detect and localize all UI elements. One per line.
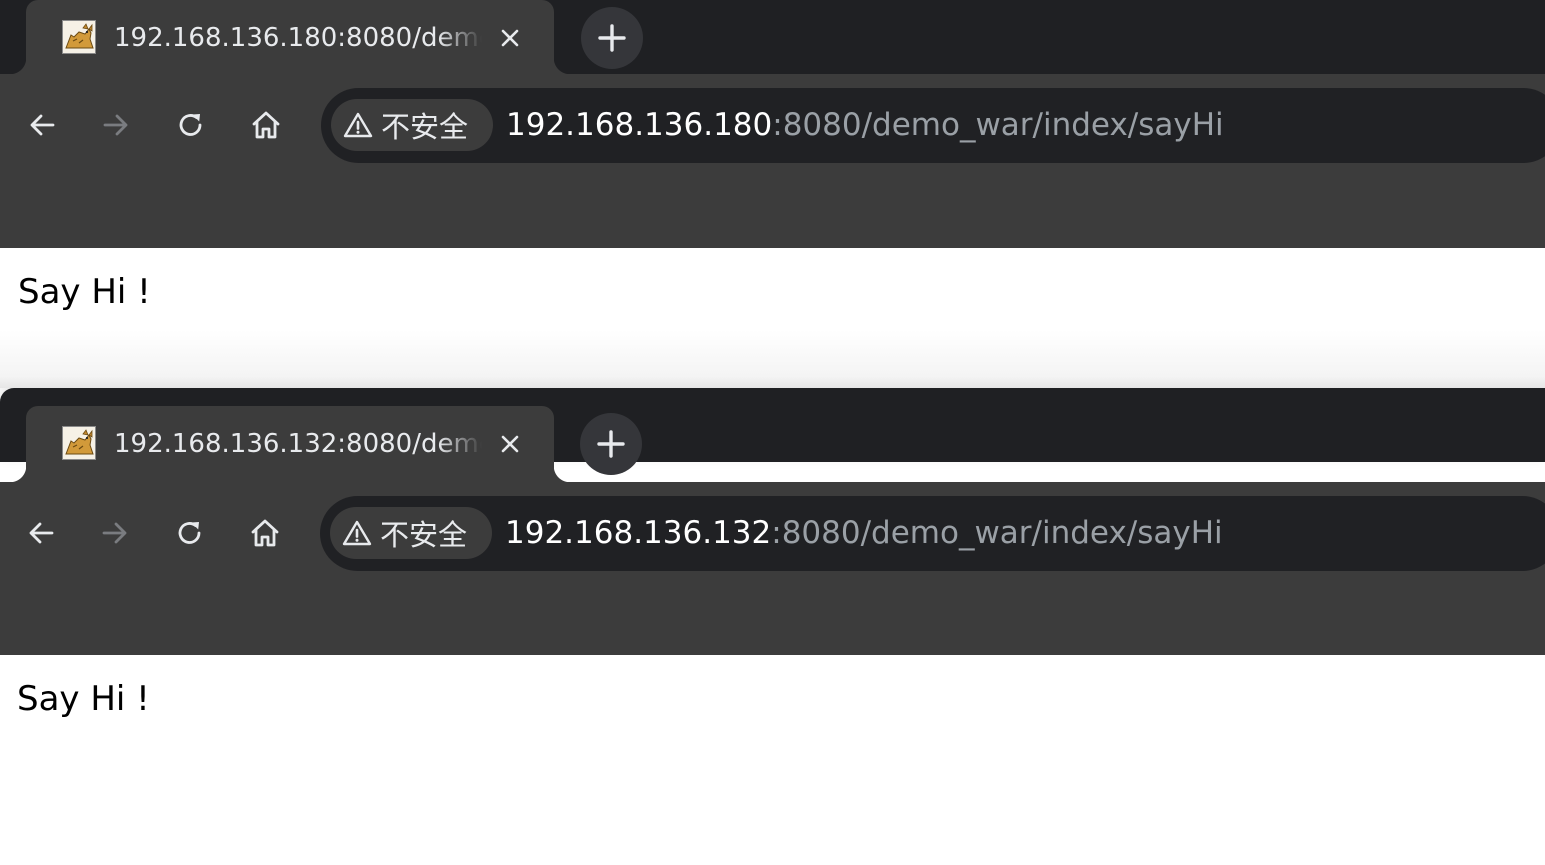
address-bar[interactable]: 不安全 192.168.136.132:8080/demo_war/index/… [320,496,1545,571]
address-bar[interactable]: 不安全 192.168.136.180:8080/demo_war/index/… [321,88,1545,163]
back-arrow-icon [30,114,55,136]
tab-title: 192.168.136.180:8080/demo_war/index/sayH… [114,23,482,53]
page-content: Say Hi ! [0,655,1545,865]
warning-icon [342,520,372,546]
close-tab-button[interactable] [492,20,528,56]
url-host: 192.168.136.132 [505,515,772,551]
close-tab-button[interactable] [492,426,528,462]
browser-window-2: 192.168.136.132:8080/demo_war/index/sayH… [0,388,1545,865]
url-text[interactable]: 192.168.136.132:8080/demo_war/index/sayH… [505,511,1223,555]
reload-button[interactable] [168,102,214,148]
url-path: :8080/demo_war/index/sayHi [771,515,1223,551]
plus-icon [597,430,625,458]
url-text[interactable]: 192.168.136.180:8080/demo_war/index/sayH… [506,103,1224,147]
browser-window-1: 192.168.136.180:8080/demo_war/index/sayH… [0,0,1545,350]
tomcat-favicon-icon [62,20,96,54]
back-arrow-icon [29,522,54,544]
window-separator [0,330,1545,388]
security-label: 不安全 [380,518,468,552]
page-text: Say Hi ! [17,679,150,719]
forward-arrow-icon [102,522,127,544]
new-tab-button[interactable] [581,7,643,69]
home-button[interactable] [243,102,289,148]
forward-arrow-icon [103,114,128,136]
tab-strip: 192.168.136.132:8080/demo_war/index/sayH… [0,388,1545,482]
browser-tab[interactable]: 192.168.136.132:8080/demo_war/index/sayH… [10,406,570,482]
browser-toolbar: 不安全 192.168.136.132:8080/demo_war/index/… [0,482,1545,655]
warning-icon [343,112,373,138]
close-icon [501,29,519,47]
reload-icon [179,114,202,136]
forward-button[interactable] [92,510,138,556]
tab-strip: 192.168.136.180:8080/demo_war/index/sayH… [0,0,1545,74]
home-icon [251,519,279,547]
tomcat-favicon-icon [62,426,96,460]
security-indicator[interactable]: 不安全 [331,99,493,151]
tab-title: 192.168.136.132:8080/demo_war/index/sayH… [114,429,482,459]
page-text: Say Hi ! [18,272,151,312]
back-button[interactable] [18,510,64,556]
back-button[interactable] [19,102,65,148]
security-indicator[interactable]: 不安全 [330,507,492,559]
browser-tab[interactable]: 192.168.136.180:8080/demo_war/index/sayH… [10,0,570,74]
browser-toolbar: 不安全 192.168.136.180:8080/demo_war/index/… [0,74,1545,248]
url-path: :8080/demo_war/index/sayHi [772,107,1224,143]
security-label: 不安全 [381,110,469,144]
new-tab-button[interactable] [580,413,642,475]
home-button[interactable] [242,510,288,556]
reload-icon [178,522,201,544]
reload-button[interactable] [167,510,213,556]
plus-icon [598,24,626,52]
forward-button[interactable] [93,102,139,148]
url-host: 192.168.136.180 [506,107,773,143]
close-icon [501,435,519,453]
home-icon [252,111,280,139]
